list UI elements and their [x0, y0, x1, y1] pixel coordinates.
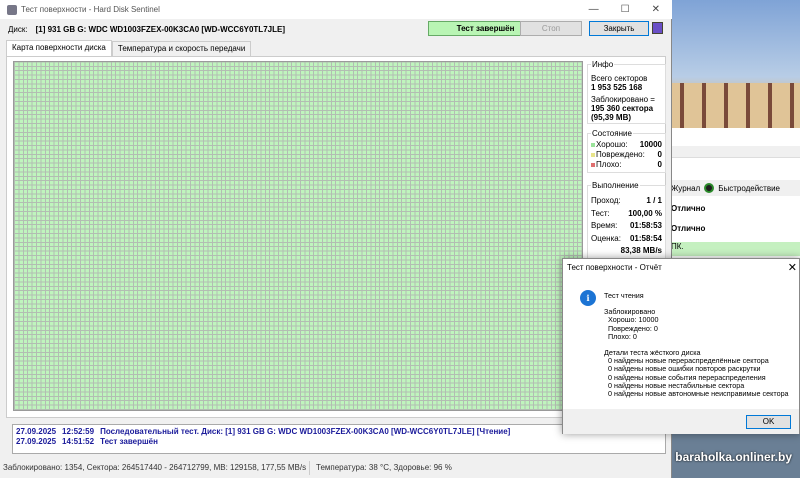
status-bar: Заблокировано: 1354, Сектора: 264517440 … [0, 461, 672, 475]
damaged-count: 0 [657, 150, 662, 159]
blocked-mb: (95,39 MB) [591, 113, 632, 122]
status-blocks: Заблокировано: 1354, Сектора: 264517440 … [0, 461, 310, 475]
bad-count: 0 [657, 160, 662, 169]
estimate-label: Оценка: [591, 233, 621, 243]
damaged-color-icon [591, 153, 595, 157]
pass-value: 1 / 1 [646, 196, 662, 205]
disk-label: Диск: [8, 24, 28, 34]
save-icon[interactable] [652, 22, 663, 34]
info-icon: i [580, 290, 596, 306]
speed-value: 83,38 MB/s [620, 246, 662, 255]
log-entry: 27.09.2025 14:51:52 Тест завершён [16, 437, 158, 446]
dialog-line: Тест чтения [604, 291, 644, 300]
report-dialog: Тест поверхности - Отчёт ✕ i Тест чтения… [562, 258, 800, 434]
blocked-value: 195 360 сектора [591, 104, 654, 113]
progress-title: Выполнение [591, 181, 640, 190]
blocked-label: Заблокировано = [591, 95, 655, 104]
background-photo [668, 0, 800, 128]
test-percent: 100,00 % [628, 208, 662, 218]
minimize-button[interactable]: — [589, 4, 599, 15]
info-title: Инфо [591, 60, 615, 69]
window-title: Тест поверхности - Hard Disk Sentinel [21, 5, 160, 14]
bad-color-icon [591, 163, 595, 167]
dialog-line: 0 найдены новые автономные неисправимые … [604, 389, 789, 399]
tab-journal[interactable]: Журнал [671, 184, 700, 193]
good-count: 10000 [639, 140, 662, 149]
total-sectors-label: Всего секторов [591, 74, 648, 83]
tab-performance[interactable]: Быстродействие [718, 184, 780, 193]
background-app-window: Журнал Быстродействие Отлично Отлично ПК. [668, 128, 800, 278]
damaged-label: Повреждено: [596, 150, 645, 159]
ok-button[interactable]: OK [746, 415, 791, 429]
dialog-line: Плохо: 0 [604, 331, 637, 341]
close-button[interactable]: Закрыть [589, 21, 649, 36]
bad-label: Плохо: [596, 160, 622, 169]
pass-label: Проход: [591, 196, 621, 205]
maximize-button[interactable]: ☐ [621, 4, 630, 15]
tab-surface-map[interactable]: Карта поверхности диска [6, 40, 112, 56]
disk-value: [1] 931 GB G: WDC WD1003FZEX-00K3CA0 [WD… [35, 24, 285, 34]
progress-group: Выполнение Проход: 1 / 1 Тест: 100,00 % Вр… [587, 181, 666, 259]
rating-value: Отлично [671, 204, 706, 213]
dialog-title: Тест поверхности - Отчёт [567, 263, 662, 272]
close-window-button[interactable]: ✕ [652, 4, 660, 15]
title-bar: Тест поверхности - Hard Disk Sentinel — ☐… [0, 0, 672, 19]
state-group: Состояние Хорошо: 10000 Повреждено: 0 Плох… [587, 129, 666, 173]
performance-icon [704, 183, 715, 193]
stop-button[interactable]: Стоп [520, 21, 582, 36]
test-label: Тест: [591, 208, 610, 218]
app-icon [7, 4, 17, 15]
estimate-value: 01:58:54 [629, 233, 662, 243]
tab-temperature-speed[interactable]: Температура и скорость передачи [111, 41, 252, 56]
dialog-message: Тест чтения Заблокировано Хорошо: 10000 П… [604, 291, 789, 399]
rating-value: Отлично [671, 224, 706, 233]
good-label: Хорошо: [596, 140, 628, 149]
status-temperature: Температура: 38 °C, Здоровье: 96 % [316, 463, 452, 472]
info-group: Инфо Всего секторов 1 953 525 168 Заблок… [587, 60, 666, 124]
surface-map-grid [13, 61, 583, 411]
state-title: Состояние [591, 129, 633, 138]
good-color-icon [591, 143, 595, 147]
dialog-close-button[interactable]: ✕ [788, 261, 797, 274]
time-label: Время: [591, 221, 618, 230]
time-value: 01:58:53 [629, 221, 662, 230]
total-sectors-value: 1 953 525 168 [591, 83, 643, 92]
watermark: baraholka.onliner.by [675, 450, 792, 464]
pc-row: ПК. [668, 242, 800, 256]
